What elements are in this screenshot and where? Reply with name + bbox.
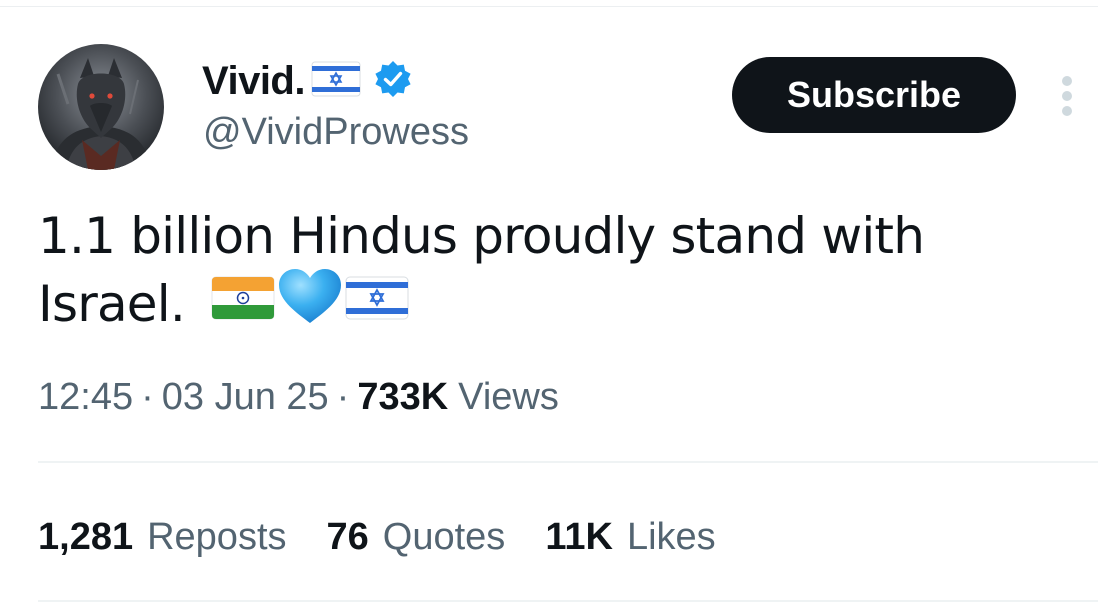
author-name-row: Vivid. xyxy=(202,55,413,107)
subscribe-button[interactable]: Subscribe xyxy=(732,57,1016,133)
stat-label: Quotes xyxy=(382,515,506,558)
divider xyxy=(38,461,1098,463)
meta-separator: · xyxy=(336,375,350,418)
divider xyxy=(38,600,1098,602)
tweet-time[interactable]: 12:45 xyxy=(38,376,133,419)
top-divider xyxy=(0,6,1098,7)
stat-label: Reposts xyxy=(147,515,287,558)
stat-label: Likes xyxy=(626,515,716,558)
author-handle[interactable]: @VividProwess xyxy=(203,111,469,154)
tweet-meta: 12:45 · 03 Jun 25 · 733K Views xyxy=(38,372,559,422)
emoji-group xyxy=(211,267,409,342)
meta-separator: · xyxy=(141,375,154,418)
tweet-text-line: 1.1 billion Hindus proudly stand with xyxy=(38,207,925,265)
avatar[interactable] xyxy=(38,44,164,170)
tweet-text-line: Israel. xyxy=(38,275,186,333)
display-name[interactable]: Vivid. xyxy=(202,59,305,104)
views-count: 733K xyxy=(357,375,449,418)
india-flag-icon xyxy=(211,270,275,338)
more-options-icon[interactable] xyxy=(1056,74,1080,118)
reposts-stat[interactable]: 1,281 Reposts xyxy=(38,516,287,559)
israel-flag-icon xyxy=(311,61,361,102)
views-label: Views xyxy=(458,375,559,418)
blue-heart-icon xyxy=(277,267,343,342)
verified-badge-icon[interactable] xyxy=(373,59,413,104)
engagement-stats: 1,281 Reposts 76 Quotes 11K Likes xyxy=(38,510,756,564)
stat-count: 1,281 xyxy=(38,515,134,558)
likes-stat[interactable]: 11K Likes xyxy=(545,516,715,559)
israel-flag-icon xyxy=(345,270,409,338)
tweet-date[interactable]: 03 Jun 25 xyxy=(162,376,329,419)
tweet-text: 1.1 billion Hindus proudly stand with Is… xyxy=(38,202,1038,338)
stat-count: 11K xyxy=(545,515,613,558)
stat-count: 76 xyxy=(326,515,369,558)
wolf-warrior-avatar-icon xyxy=(38,44,164,170)
quotes-stat[interactable]: 76 Quotes xyxy=(327,516,506,559)
